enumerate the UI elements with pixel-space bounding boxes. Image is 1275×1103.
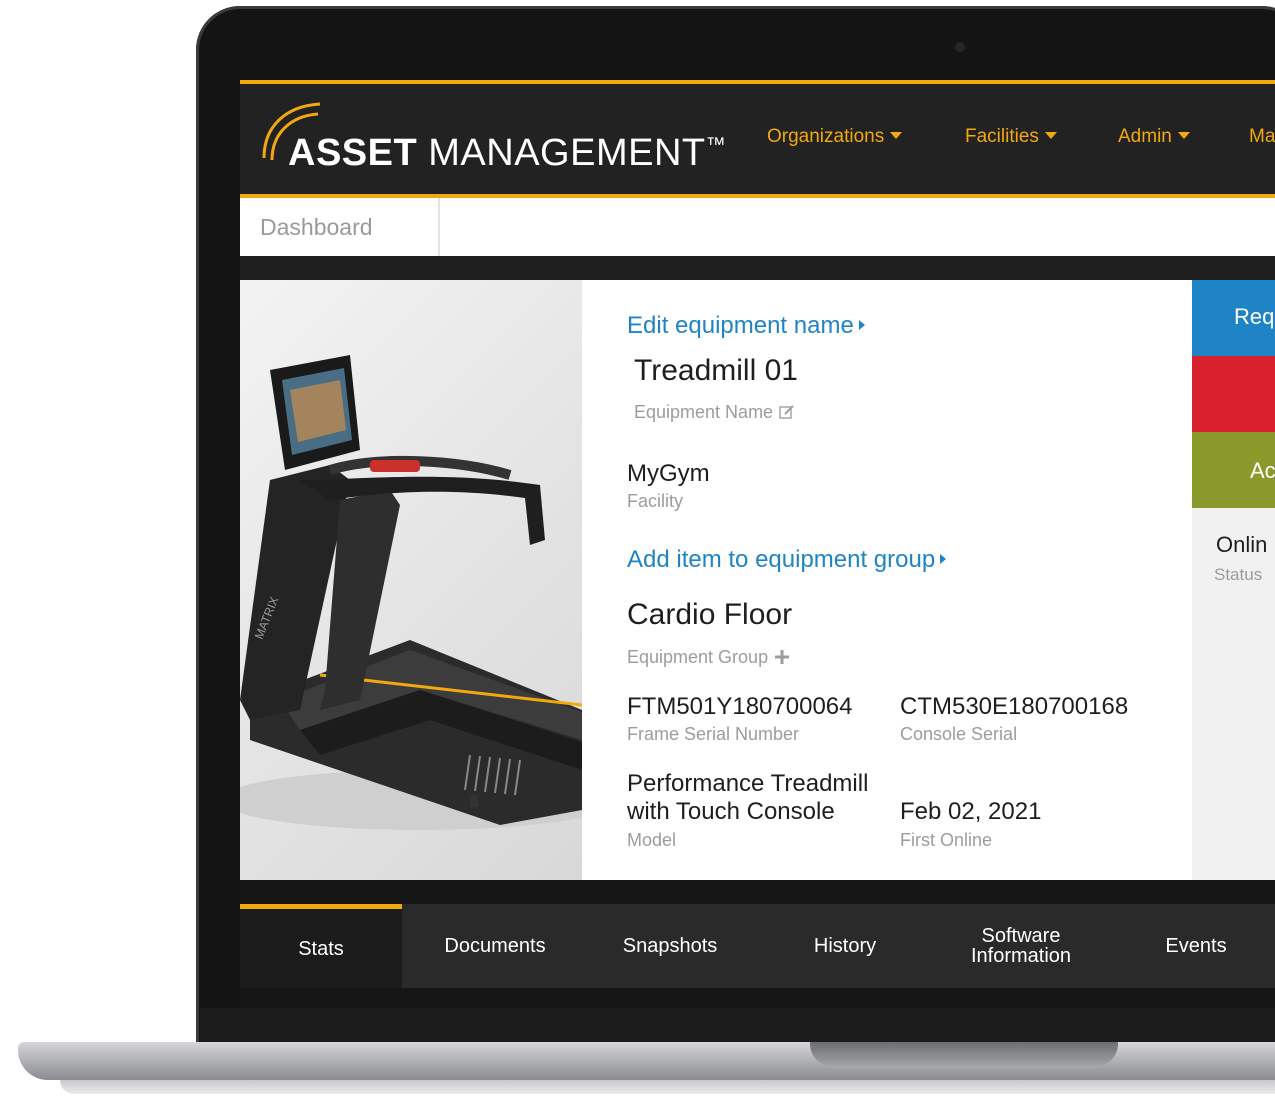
tab-bar: Stats Documents Snapshots History Softwa… — [240, 880, 1275, 1008]
equipment-group-label-text: Equipment Group — [627, 647, 769, 667]
nav-facilities-label: Facilities — [965, 126, 1039, 147]
nav-admin-label: Admin — [1118, 126, 1172, 147]
treadmill-image: MATRIX — [240, 355, 582, 830]
status-label: Status — [1214, 565, 1263, 584]
facility-value: MyGym — [627, 460, 710, 487]
breadcrumb-bar: Dashboard — [240, 198, 1275, 256]
console-serial-label: Console Serial — [900, 724, 1018, 744]
facility-label: Facility — [627, 491, 684, 511]
edit-name-link-text: Edit equipment name — [627, 312, 854, 339]
trademark-symbol: ™ — [705, 134, 727, 156]
frame-serial-label: Frame Serial Number — [627, 724, 800, 744]
add-to-group-link[interactable]: Add item to equipment group — [627, 546, 947, 574]
plus-icon[interactable] — [774, 649, 790, 665]
caret-right-icon — [940, 554, 947, 564]
equipment-name-value: Treadmill 01 — [634, 354, 798, 387]
tab-software-line1: Software — [981, 925, 1061, 947]
chevron-down-icon — [1177, 132, 1190, 139]
tab-software-information[interactable]: Software Information — [940, 904, 1102, 988]
laptop-opening-notch — [810, 1042, 1118, 1066]
tab-snapshots[interactable]: Snapshots — [590, 904, 750, 988]
top-navbar: ASSET MANAGEMENT™ Organizations Faciliti… — [240, 80, 1275, 198]
model-value-line2: with Touch Console — [627, 798, 835, 825]
add-button[interactable]: Ac — [1192, 432, 1275, 508]
equipment-details: Edit equipment name Treadmill 01 Equipme… — [582, 280, 1192, 880]
nav-more[interactable]: Ma — [1249, 126, 1275, 148]
brand-logo[interactable]: ASSET MANAGEMENT™ — [288, 132, 726, 175]
nav-admin[interactable]: Admin — [1118, 126, 1190, 148]
chevron-down-icon — [890, 132, 903, 139]
header-top-accent — [240, 80, 1275, 84]
frame-serial-value: FTM501Y180700064 — [627, 693, 853, 720]
edit-icon[interactable] — [779, 404, 795, 420]
equipment-photo: MATRIX — [240, 280, 582, 880]
first-online-value: Feb 02, 2021 — [900, 798, 1042, 825]
equipment-group-label: Equipment Group — [627, 647, 790, 668]
breadcrumb-dashboard[interactable]: Dashboard — [240, 198, 440, 256]
brand-name-bold: ASSET — [288, 132, 418, 174]
edit-equipment-name-link[interactable]: Edit equipment name — [627, 312, 865, 340]
chevron-down-icon — [1044, 132, 1057, 139]
nav-more-label: Ma — [1249, 126, 1275, 147]
status-value: Onlin — [1216, 532, 1268, 557]
laptop-bezel-bottom — [200, 1008, 1275, 1046]
model-label: Model — [627, 830, 677, 850]
equipment-name-label-text: Equipment Name — [634, 402, 774, 422]
brand-name-rest: MANAGEMENT — [428, 132, 706, 174]
console-serial-value: CTM530E180700168 — [900, 693, 1129, 720]
app-screen: ASSET MANAGEMENT™ Organizations Faciliti… — [240, 80, 1275, 1008]
tab-software-line2: Information — [970, 945, 1072, 967]
tab-events[interactable]: Events — [1116, 904, 1275, 988]
divider-band — [240, 256, 1275, 280]
tab-history[interactable]: History — [765, 904, 925, 988]
caret-right-icon — [858, 320, 865, 330]
action-panel: Req Ac Onlin Status — [1192, 280, 1275, 880]
equipment-group-value: Cardio Floor — [627, 598, 793, 631]
model-value-line1: Performance Treadmill — [627, 770, 869, 797]
red-action-button[interactable] — [1192, 356, 1275, 432]
camera-icon — [955, 42, 965, 52]
equipment-name-label: Equipment Name — [634, 402, 795, 423]
nav-organizations-label: Organizations — [767, 126, 885, 147]
tab-documents[interactable]: Documents — [415, 904, 575, 988]
nav-facilities[interactable]: Facilities — [965, 126, 1057, 148]
tab-stats[interactable]: Stats — [240, 904, 402, 988]
nav-organizations[interactable]: Organizations — [767, 126, 903, 148]
first-online-label: First Online — [900, 830, 993, 850]
request-button[interactable]: Req — [1192, 280, 1275, 356]
laptop-base-edge — [60, 1080, 1275, 1094]
add-group-link-text: Add item to equipment group — [627, 546, 936, 573]
